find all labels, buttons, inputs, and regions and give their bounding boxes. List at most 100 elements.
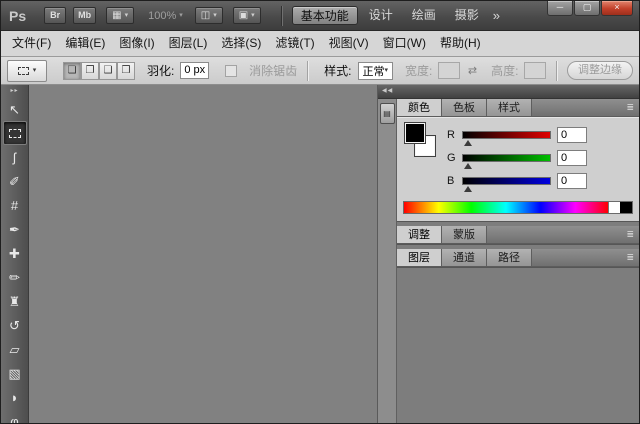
panel-tab[interactable]: 路径 bbox=[487, 249, 532, 266]
panel-tab[interactable]: 蒙版 bbox=[442, 226, 487, 243]
menu-item[interactable]: 窗口(W) bbox=[376, 31, 433, 56]
adjustments-panel-tabs: 调整蒙版 ≣ bbox=[397, 226, 639, 244]
panel-menu-icon[interactable]: ≣ bbox=[626, 230, 634, 239]
antialias-label: 消除锯齿 bbox=[249, 62, 297, 79]
blur-tool[interactable]: ◗ bbox=[3, 385, 27, 409]
adjustments-panel-group: 调整蒙版 ≣ bbox=[397, 226, 639, 245]
blur-icon: ◗ bbox=[11, 391, 19, 404]
bridge-button[interactable]: Br bbox=[44, 7, 66, 24]
panel-tab-filler: ≣ bbox=[487, 226, 639, 243]
channel-slider[interactable] bbox=[462, 154, 551, 162]
canvas-area[interactable] bbox=[29, 85, 377, 423]
clone-stamp-tool[interactable]: ♜ bbox=[3, 289, 27, 313]
color-spectrum-ramp[interactable] bbox=[403, 201, 633, 214]
chevron-down-icon: ▾ bbox=[251, 12, 255, 19]
panel-tab[interactable]: 色板 bbox=[442, 99, 487, 116]
photoshop-window: Ps BrMb ▦ ▾ 100% ▾ ◫ ▾ ▣ ▾ 基本功能设计绘画摄影 » … bbox=[0, 0, 640, 424]
panel-tab[interactable]: 通道 bbox=[442, 249, 487, 266]
tools-panel: ▸▸ ↖ ʃ ✐# ✒ ✚ ✏ ♜ ↺▱▧ ◗ φ bbox=[1, 85, 29, 423]
eraser-tool[interactable]: ▱ bbox=[3, 337, 27, 361]
menu-item[interactable]: 图像(I) bbox=[112, 31, 161, 56]
mini-bridge-button[interactable]: Mb bbox=[73, 7, 96, 24]
maximize-button[interactable]: ▢ bbox=[574, 1, 600, 16]
slider-thumb[interactable] bbox=[464, 186, 472, 192]
subtract-from-selection-button[interactable]: ❑ bbox=[99, 62, 117, 80]
view-extras-button[interactable]: ◫ ▾ bbox=[195, 7, 223, 24]
lasso-icon: ʃ bbox=[13, 151, 16, 164]
zoom-level-control[interactable]: 100% ▾ bbox=[148, 10, 183, 22]
panel-menu-icon[interactable]: ≣ bbox=[626, 253, 634, 262]
menu-item[interactable]: 选择(S) bbox=[214, 31, 268, 56]
slider-thumb[interactable] bbox=[464, 163, 472, 169]
menu-item[interactable]: 视图(V) bbox=[322, 31, 376, 56]
channel-value-input[interactable]: 0 bbox=[557, 173, 587, 189]
channel-slider[interactable] bbox=[462, 177, 551, 185]
tool-list: ↖ ʃ ✐# ✒ ✚ ✏ ♜ ↺▱▧ ◗ φ bbox=[1, 97, 28, 423]
brush-tool[interactable]: ✏ bbox=[3, 265, 27, 289]
lasso-tool[interactable]: ʃ bbox=[3, 145, 27, 169]
dock-body: ▤ 颜色色板样式≣ R0G0B0 bbox=[378, 99, 639, 423]
panel-tab[interactable]: 调整 bbox=[397, 226, 442, 243]
layers-panel-group: 图层通道路径 ≣ bbox=[397, 249, 639, 268]
close-button[interactable]: × bbox=[601, 1, 633, 16]
panel-tab[interactable]: 图层 bbox=[397, 249, 442, 266]
intersect-selection-button[interactable]: ❒ bbox=[117, 62, 135, 80]
panel-menu-icon[interactable]: ≣ bbox=[626, 103, 634, 112]
history-brush-tool[interactable]: ↺ bbox=[3, 313, 27, 337]
color-swatches bbox=[403, 123, 443, 167]
channel-value-input[interactable]: 0 bbox=[557, 127, 587, 143]
swap-dimensions-icon[interactable]: ⇄ bbox=[468, 64, 477, 77]
chevron-down-icon: ▾ bbox=[179, 12, 183, 19]
channel-slider[interactable] bbox=[462, 131, 551, 139]
workspace-tab[interactable]: 基本功能 bbox=[292, 6, 358, 25]
slider-thumb[interactable] bbox=[464, 140, 472, 146]
clone-stamp-icon: ♜ bbox=[9, 295, 21, 308]
move-tool[interactable]: ↖ bbox=[3, 97, 27, 121]
menu-item[interactable]: 编辑(E) bbox=[58, 31, 112, 56]
style-select[interactable]: 正常 ▾ bbox=[358, 62, 394, 80]
width-input[interactable] bbox=[438, 62, 460, 79]
layout-picker-button[interactable]: ▦ ▾ bbox=[106, 7, 134, 24]
height-input[interactable] bbox=[524, 62, 546, 79]
title-bar: Ps BrMb ▦ ▾ 100% ▾ ◫ ▾ ▣ ▾ 基本功能设计绘画摄影 » … bbox=[1, 1, 639, 31]
workspace-tab[interactable]: 设计 bbox=[361, 6, 401, 25]
spot-healing-brush-icon: ✚ bbox=[9, 247, 20, 260]
minimize-button[interactable]: ─ bbox=[547, 1, 573, 16]
rectangular-marquee-tool[interactable] bbox=[3, 121, 27, 145]
workspace-overflow-chevron[interactable]: » bbox=[493, 8, 500, 23]
crop-tool[interactable]: # bbox=[3, 193, 27, 217]
gradient-tool[interactable]: ▧ bbox=[3, 361, 27, 385]
refine-edge-button[interactable]: 调整边缘 bbox=[567, 61, 633, 80]
eyedropper-icon: ✒ bbox=[9, 223, 20, 236]
view-extras-icon: ◫ bbox=[201, 11, 210, 21]
new-selection-button[interactable]: ❏ bbox=[63, 62, 81, 80]
spot-healing-brush-tool[interactable]: ✚ bbox=[3, 241, 27, 265]
style-select-value: 正常 bbox=[363, 63, 385, 79]
toolbar-collapse-button[interactable]: ▸▸ bbox=[1, 85, 28, 97]
menu-item[interactable]: 文件(F) bbox=[5, 31, 58, 56]
menu-item[interactable]: 图层(L) bbox=[162, 31, 215, 56]
screen-mode-button[interactable]: ▣ ▾ bbox=[233, 7, 261, 24]
panel-tab[interactable]: 样式 bbox=[487, 99, 532, 116]
dodge-tool[interactable]: φ bbox=[3, 409, 27, 423]
eyedropper-tool[interactable]: ✒ bbox=[3, 217, 27, 241]
collapsed-panel-button[interactable]: ▤ bbox=[380, 103, 395, 124]
workspace-tab[interactable]: 绘画 bbox=[404, 6, 444, 25]
feather-input[interactable]: 0 px bbox=[180, 62, 209, 79]
menu-item[interactable]: 帮助(H) bbox=[433, 31, 488, 56]
panel-tab[interactable]: 颜色 bbox=[397, 99, 442, 116]
color-panel-tabs: 颜色色板样式 ≣ bbox=[397, 99, 639, 117]
dodge-icon: φ bbox=[10, 415, 18, 424]
channel-value-input[interactable]: 0 bbox=[557, 150, 587, 166]
foreground-color-swatch[interactable] bbox=[405, 123, 425, 143]
menu-item[interactable]: 滤镜(T) bbox=[268, 31, 321, 56]
feather-label: 羽化: bbox=[147, 62, 174, 79]
workspace-tab[interactable]: 摄影 bbox=[447, 6, 487, 25]
ramp-white-swatch bbox=[608, 202, 620, 213]
antialias-checkbox[interactable] bbox=[225, 65, 237, 77]
tool-preset-picker[interactable]: ▾ bbox=[7, 60, 47, 82]
quick-selection-tool[interactable]: ✐ bbox=[3, 169, 27, 193]
dock-collapse-button[interactable]: ◀◀ bbox=[378, 85, 639, 99]
add-to-selection-button[interactable]: ❐ bbox=[81, 62, 99, 80]
width-label: 宽度: bbox=[405, 62, 432, 79]
